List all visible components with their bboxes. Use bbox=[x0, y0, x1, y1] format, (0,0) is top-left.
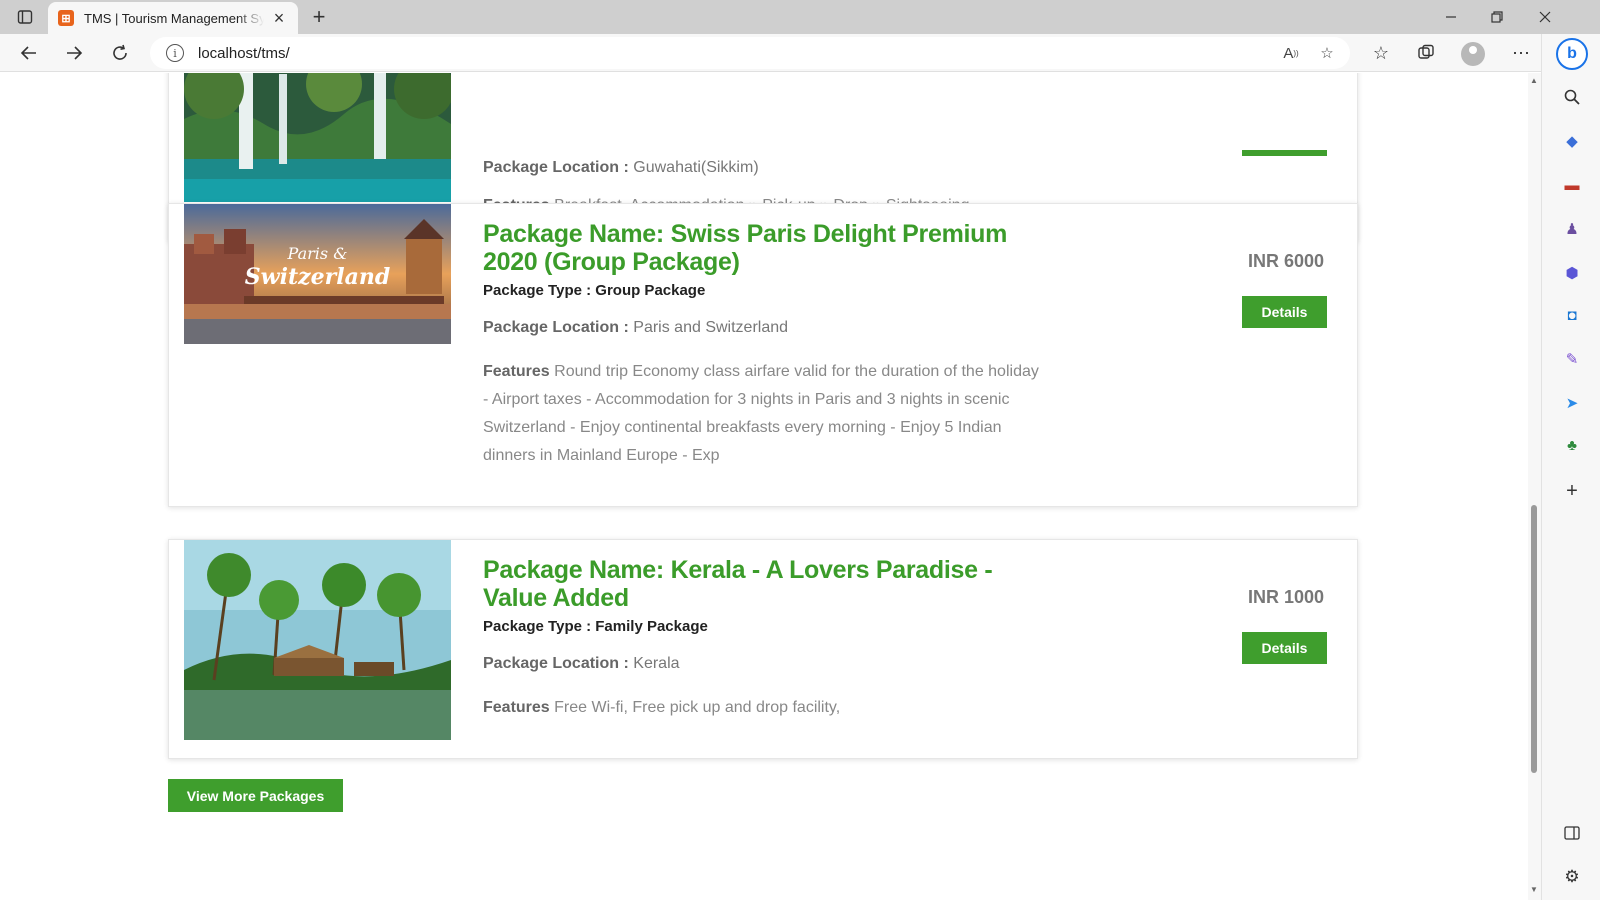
package-location-label: Package Location : bbox=[483, 159, 629, 176]
profile-avatar[interactable] bbox=[1461, 42, 1485, 66]
package-location-label: Package Location : bbox=[483, 319, 629, 336]
package-name[interactable]: Package Name: Kerala - A Lovers Paradise… bbox=[483, 556, 1043, 612]
tab-title: TMS | Tourism Management System bbox=[84, 10, 264, 26]
package-location: Package Location : Guwahati(Sikkim) bbox=[483, 159, 1043, 177]
package-features-label: Features bbox=[483, 699, 550, 716]
new-tab-icon[interactable]: + bbox=[306, 4, 332, 30]
more-menu-icon[interactable]: ⋯ bbox=[1506, 39, 1536, 67]
office-icon[interactable]: ⬢ bbox=[1559, 260, 1585, 286]
add-sidebar-app-icon[interactable]: + bbox=[1559, 478, 1585, 504]
refresh-icon[interactable] bbox=[105, 39, 135, 67]
bing-chat-icon[interactable]: b bbox=[1556, 38, 1588, 70]
address-bar[interactable]: i localhost/tms/ A)) ☆ bbox=[150, 37, 1350, 69]
package-features: Features Round trip Economy class airfar… bbox=[483, 358, 1043, 470]
scroll-down-arrow-icon[interactable]: ▼ bbox=[1529, 885, 1539, 894]
package-features: Features Free Wi-fi, Free pick up and dr… bbox=[483, 694, 1043, 722]
package-image[interactable] bbox=[184, 540, 451, 740]
edge-sidebar bbox=[1541, 34, 1600, 900]
minimize-icon[interactable] bbox=[1428, 0, 1474, 34]
package-image-caption: Switzerland bbox=[244, 264, 391, 290]
package-image[interactable] bbox=[184, 73, 451, 202]
site-favicon-icon: ⊞ bbox=[58, 10, 74, 26]
package-location-value: Kerala bbox=[633, 655, 680, 672]
page-viewport: Package Location : Guwahati(Sikkim) Feat… bbox=[0, 73, 1528, 900]
details-button[interactable] bbox=[1242, 150, 1327, 156]
site-info-icon[interactable]: i bbox=[166, 44, 184, 62]
package-card: Package Name: Kerala - A Lovers Paradise… bbox=[168, 539, 1358, 759]
tools-briefcase-icon[interactable]: ▬ bbox=[1559, 172, 1585, 198]
package-features-label: Features bbox=[483, 363, 550, 380]
package-location: Package Location : Paris and Switzerland bbox=[483, 319, 1043, 337]
forward-arrow-icon[interactable] bbox=[59, 39, 89, 67]
tree-icon[interactable]: ♣ bbox=[1559, 432, 1585, 458]
scrollbar-thumb[interactable] bbox=[1531, 505, 1537, 773]
package-image-caption: Paris & bbox=[287, 244, 348, 263]
details-button[interactable]: Details bbox=[1242, 632, 1327, 664]
collections-icon[interactable] bbox=[1411, 39, 1441, 67]
add-favorite-icon[interactable]: ☆ bbox=[1314, 41, 1340, 65]
package-type: Package Type : Group Package bbox=[483, 282, 706, 299]
read-aloud-icon[interactable]: A)) bbox=[1278, 41, 1304, 65]
tab-close-icon[interactable]: × bbox=[270, 9, 288, 27]
url-text[interactable]: localhost/tms/ bbox=[198, 45, 290, 62]
package-info: Package Name: Swiss Paris Delight Premiu… bbox=[483, 220, 1043, 470]
view-more-packages-button[interactable]: View More Packages bbox=[168, 779, 343, 812]
search-icon[interactable] bbox=[1559, 84, 1585, 110]
package-location-value: Guwahati(Sikkim) bbox=[633, 159, 759, 176]
sidebar-layout-icon[interactable] bbox=[1559, 820, 1585, 846]
close-window-icon[interactable] bbox=[1522, 0, 1568, 34]
package-info: Package Name: Kerala - A Lovers Paradise… bbox=[483, 556, 1043, 722]
package-name[interactable]: Package Name: Swiss Paris Delight Premiu… bbox=[483, 220, 1043, 276]
back-arrow-icon[interactable] bbox=[14, 39, 44, 67]
send-icon[interactable]: ➤ bbox=[1559, 390, 1585, 416]
browser-toolbar: i localhost/tms/ A)) ☆ ☆ ⋯ bbox=[0, 34, 1600, 72]
browser-tab-active[interactable]: ⊞ TMS | Tourism Management System × bbox=[48, 2, 298, 34]
package-features-value: Round trip Economy class airfare valid f… bbox=[483, 363, 1039, 464]
package-price: INR 1000 bbox=[1247, 587, 1324, 607]
tab-actions-icon[interactable] bbox=[12, 6, 38, 28]
package-location-value: Paris and Switzerland bbox=[633, 319, 789, 336]
package-image[interactable]: Paris & Switzerland bbox=[184, 204, 451, 344]
package-features-value: Free Wi-fi, Free pick up and drop facili… bbox=[554, 699, 841, 716]
designer-icon[interactable]: ✎ bbox=[1559, 346, 1585, 372]
scroll-up-arrow-icon[interactable]: ▲ bbox=[1529, 76, 1539, 85]
details-button[interactable]: Details bbox=[1242, 296, 1327, 328]
package-location: Package Location : Kerala bbox=[483, 655, 1043, 673]
favorites-icon[interactable]: ☆ bbox=[1366, 39, 1396, 67]
games-icon[interactable]: ♟ bbox=[1559, 216, 1585, 242]
settings-gear-icon[interactable]: ⚙ bbox=[1559, 864, 1585, 890]
package-type: Package Type : Family Package bbox=[483, 618, 708, 635]
package-price: INR 6000 bbox=[1247, 251, 1324, 271]
package-card: Paris & Switzerland Package Name: Swiss … bbox=[168, 203, 1358, 507]
shopping-tag-icon[interactable]: ◆ bbox=[1559, 128, 1585, 154]
outlook-icon[interactable]: ◘ bbox=[1559, 302, 1585, 328]
restore-icon[interactable] bbox=[1474, 0, 1520, 34]
tab-strip: ⊞ TMS | Tourism Management System × + bbox=[0, 0, 1600, 34]
page-scrollbar[interactable] bbox=[1528, 73, 1541, 900]
package-location-label: Package Location : bbox=[483, 655, 629, 672]
